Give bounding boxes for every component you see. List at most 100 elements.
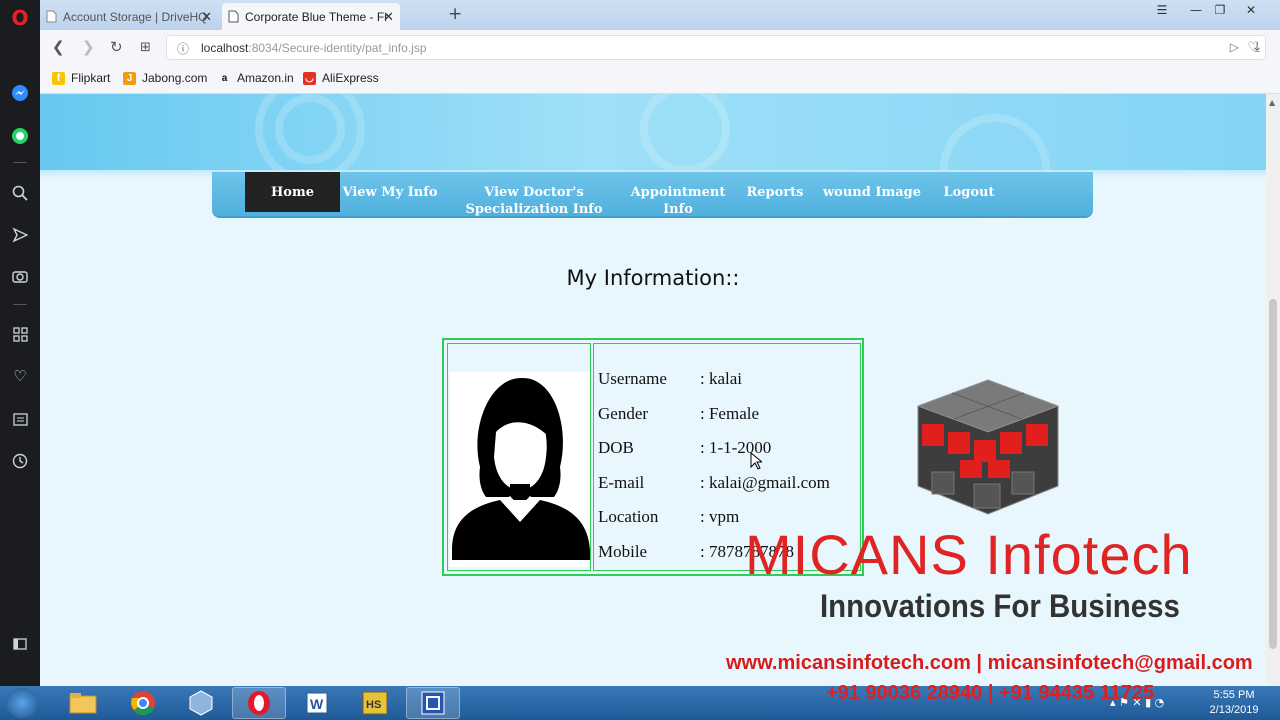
clock-time: 5:55 PM [1213,689,1255,701]
close-window-icon[interactable]: ✕ [1236,2,1266,18]
photo-cell [447,343,591,571]
messenger-icon[interactable] [0,77,40,109]
hs-app-icon[interactable]: HS [348,687,402,719]
scrollbar[interactable]: ▲ [1266,94,1280,686]
clock-date: 2/13/2019 [1209,704,1259,716]
bookmark-label: AliExpress [322,71,379,85]
nav-wound-image[interactable]: wound Image [822,172,922,212]
word-icon[interactable]: W [290,687,344,719]
bookmark-label: Jabong.com [142,71,208,85]
info-icon[interactable]: ⓘ [177,40,189,57]
watermark-tagline: Innovations For Business [820,588,1180,624]
grid-icon[interactable]: ⊞ [140,40,151,55]
bookmark-aliexpress[interactable]: ◡ AliExpress [303,71,379,85]
url-path: :8034/Secure-identity/pat_info.jsp [248,40,427,55]
file-explorer-icon[interactable] [56,687,110,719]
svg-text:W: W [310,696,324,712]
nav-logout[interactable]: Logout [934,172,1004,212]
chrome-icon[interactable] [116,687,170,719]
url-host: localhost [201,40,249,55]
forward-icon[interactable]: ❯ [82,38,95,56]
minimize-icon[interactable]: — [1186,2,1206,18]
screen-recorder-icon[interactable] [406,687,460,719]
sidebar-divider [13,304,27,305]
camera-icon[interactable] [0,260,40,292]
whatsapp-icon[interactable] [0,120,40,152]
aliexpress-icon: ◡ [303,71,316,85]
scroll-thumb[interactable] [1269,299,1277,649]
send-icon[interactable] [0,219,40,251]
play-icon[interactable]: ▷ [1230,40,1239,54]
profile-row-email: E-mail : kalai@gmail.com [598,473,830,493]
opera-icon[interactable] [232,687,286,719]
heart-icon[interactable]: ♡ [0,360,40,392]
profile-row-dob: DOB: 1-1-2000 [598,438,771,458]
browser-sidebar: O ♡ [0,0,40,686]
nav-view-doctor-specialization[interactable]: View Doctor's Specialization Info [438,172,630,217]
field-label: Mobile [598,542,648,561]
clock[interactable]: 5:55 PM 2/13/2019 [1200,688,1268,718]
nav-view-my-info[interactable]: View My Info [342,172,438,212]
page-icon [46,10,57,23]
bookmark-amazon[interactable]: a Amazon.in [218,71,294,85]
nav-home[interactable]: Home [245,172,340,212]
field-label: Location [598,507,659,526]
amazon-icon: a [221,72,228,84]
scroll-up-icon[interactable]: ▲ [1269,98,1275,107]
address-bar: ❮ ❯ ↻ ⊞ ⓘ localhost:8034/Secure-identity… [40,30,1280,65]
download-icon[interactable]: ⤓ [1254,39,1260,55]
watermark-title: MICANS Infotech [745,523,1193,586]
main-nav: Home View My Info View Doctor's Speciali… [212,172,1093,217]
header-banner [40,94,1266,224]
profile-row-location: Location : vpm [598,507,739,527]
avatar [450,372,590,567]
news-icon[interactable] [0,403,40,435]
maximize-icon[interactable]: ❐ [1210,2,1230,18]
jabong-icon: J [123,71,136,85]
tab-account-storage[interactable]: Account Storage | DriveHQ ✕ [40,3,218,30]
female-avatar-icon [452,377,590,560]
close-icon[interactable]: ✕ [201,9,212,25]
field-label: E-mail [598,473,645,492]
tab-corporate-blue-theme[interactable]: Corporate Blue Theme - Fr ✕ [222,3,400,30]
url-input[interactable]: ⓘ localhost:8034/Secure-identity/pat_inf… [166,35,1266,60]
field-label: Username [598,369,667,388]
field-value: : vpm [700,507,740,526]
flipkart-icon: f [52,71,65,85]
bookmark-flipkart[interactable]: f Flipkart [52,71,110,85]
banner-swirl [275,94,345,164]
bookmarks-bar: f Flipkart J Jabong.com a Amazon.in ◡ AliExp… [40,65,1280,94]
watermark-phone: +91 90036 28940 | +91 94435 11725 [826,682,1155,704]
profile-row-gender: Gender: Female [598,404,759,424]
svg-text:HS: HS [366,699,381,711]
close-icon[interactable]: ✕ [383,9,394,25]
nav-reports[interactable]: Reports [738,172,812,212]
sidebar-divider [13,162,27,163]
banner-swirl [640,94,730,174]
mouse-cursor-icon [750,452,762,470]
watermark-contact: www.micansinfotech.com | micansinfotech@… [726,652,1253,674]
opera-logo-icon[interactable]: O [0,2,40,34]
speed-dial-icon[interactable] [0,318,40,350]
nav-appointment-info[interactable]: Appointment Info [628,172,728,217]
sidebar-toggle-icon[interactable] [0,628,40,660]
tab-title: Corporate Blue Theme - Fr [245,9,389,24]
micans-cube-logo [916,379,1060,515]
field-value: : kalai@gmail.com [700,473,830,492]
tab-menu-icon[interactable]: ☰ [1152,2,1172,18]
back-icon[interactable]: ❮ [52,38,65,56]
new-tab-icon[interactable]: + [448,4,462,24]
search-icon[interactable] [0,177,40,209]
tab-title: Account Storage | DriveHQ [63,9,208,24]
reload-icon[interactable]: ↻ [110,38,123,56]
history-icon[interactable] [0,445,40,477]
bookmark-label: Flipkart [71,71,111,85]
virtualbox-icon[interactable] [174,687,228,719]
bookmark-jabong[interactable]: J Jabong.com [123,71,207,85]
field-label: Gender [598,404,649,423]
profile-row-username: Username : kalai [598,369,742,389]
bookmark-label: Amazon.in [237,71,294,85]
windows-start-icon[interactable] [6,688,38,718]
field-label: DOB [598,438,634,457]
field-value: : kalai [700,369,743,388]
